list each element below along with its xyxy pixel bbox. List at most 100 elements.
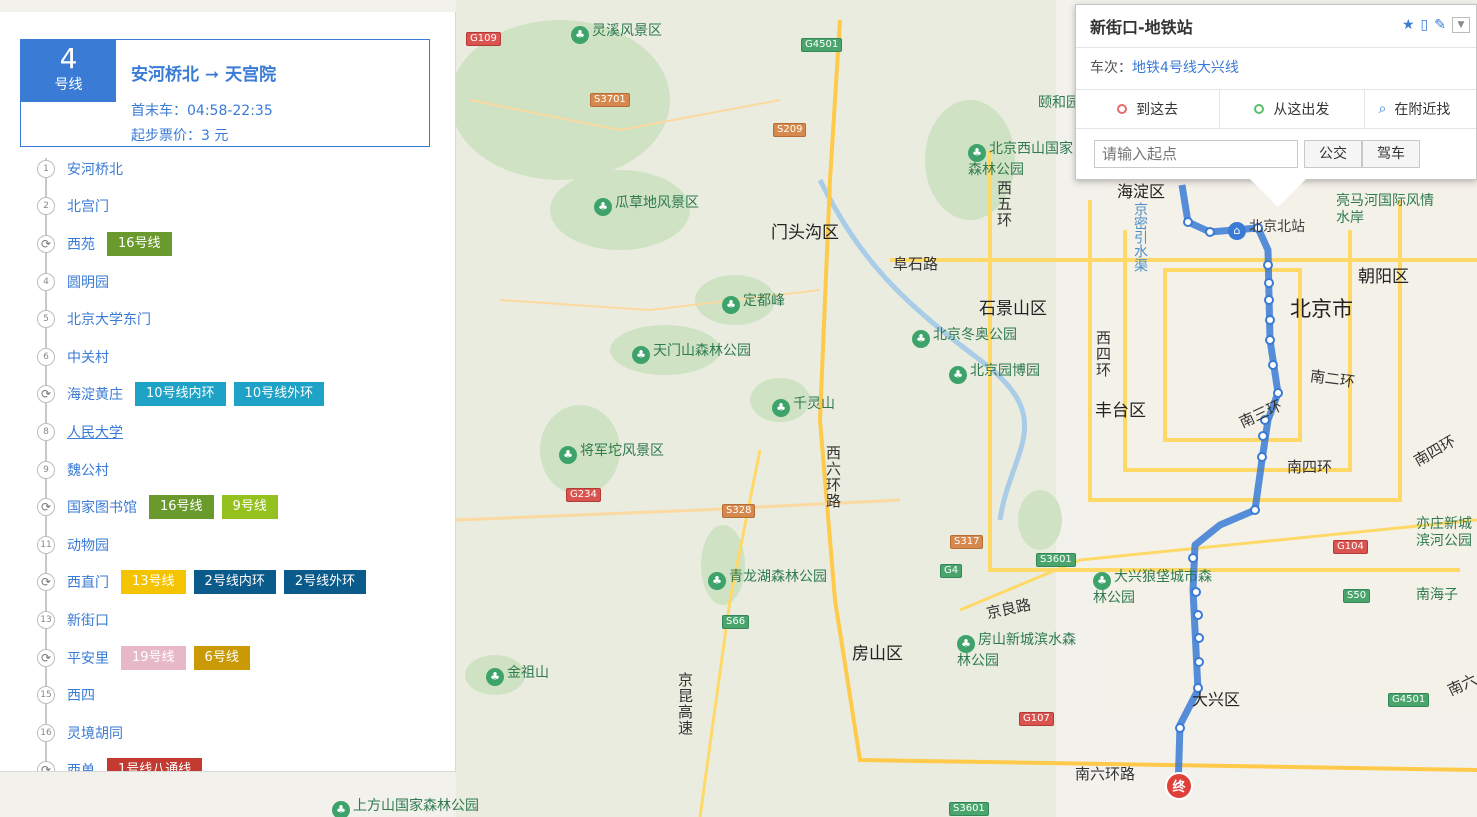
stop-name[interactable]: 西直门: [67, 572, 109, 592]
stop-name[interactable]: 圆明园: [67, 272, 109, 292]
stop-item[interactable]: 13 新街口: [20, 601, 430, 639]
poi-yihe[interactable]: 颐和园: [1038, 92, 1080, 112]
poi-qianlingshan[interactable]: ♣ 千灵山: [772, 393, 835, 417]
transfer-line-badge[interactable]: 10号线内环: [135, 382, 226, 407]
transfer-line-badge[interactable]: 9号线: [221, 495, 278, 520]
stop-name[interactable]: 国家图书馆: [67, 497, 137, 517]
poi-liangmahe[interactable]: 亮马河国际风情水岸: [1336, 193, 1436, 227]
park-icon: ♣: [968, 144, 986, 162]
stop-item[interactable]: ⟳ 海淀黄庄 10号线内环 10号线外环: [20, 376, 430, 414]
line-detail-panel: 4 号线 安河桥北 ➞ 天宫院 首末车：04:58-22:35 起步票价：3 元…: [0, 12, 456, 772]
tab-start-here[interactable]: 从这出发: [1220, 90, 1365, 128]
stop-name[interactable]: 西单: [67, 760, 95, 771]
stop-item[interactable]: 6 中关村: [20, 338, 430, 376]
stop-item[interactable]: 8 人民大学: [20, 413, 430, 451]
stop-item[interactable]: ⟳ 西单 1号线八通线: [20, 752, 430, 771]
chevron-down-icon[interactable]: ▼: [1452, 17, 1470, 33]
district-shijingshan: 石景山区: [979, 299, 1047, 319]
stop-name[interactable]: 北京大学东门: [67, 309, 151, 329]
transfer-line-badge[interactable]: 13号线: [121, 570, 186, 595]
transfer-line-badge[interactable]: 19号线: [121, 645, 186, 670]
stop-index: 6: [37, 347, 55, 366]
poi-yuanbo[interactable]: ♣ 北京园博园: [949, 360, 1040, 384]
star-icon[interactable]: ★: [1402, 17, 1415, 33]
district-fengtai: 丰台区: [1095, 401, 1146, 421]
stop-item[interactable]: ⟳ 西苑 16号线: [20, 225, 430, 263]
poi-qinglonghu[interactable]: ♣ 青龙湖森林公园: [708, 566, 827, 590]
stop-item[interactable]: 9 魏公村: [20, 451, 430, 489]
transfer-line-badge[interactable]: 6号线: [193, 645, 250, 670]
stop-item[interactable]: ⟳ 国家图书馆 16号线 9号线: [20, 488, 430, 526]
poi-xishan[interactable]: ♣ 北京西山国家森林公园: [968, 141, 1078, 179]
bus-button[interactable]: 公交: [1304, 140, 1362, 168]
stop-item[interactable]: 11 动物园: [20, 526, 430, 564]
shield-g109: G109: [466, 32, 501, 46]
park-icon: ♣: [772, 399, 790, 417]
drive-button[interactable]: 驾车: [1362, 140, 1420, 168]
stop-name[interactable]: 北宫门: [67, 196, 109, 216]
stop-item[interactable]: 2 北宫门: [20, 188, 430, 226]
stop-name[interactable]: 西四: [67, 685, 95, 705]
road-xisihuan: 西四环: [1094, 330, 1112, 378]
stop-name[interactable]: 中关村: [67, 347, 109, 367]
transfer-line-badge[interactable]: 2号线外环: [283, 570, 367, 595]
poi-dingdufeng[interactable]: ♣ 定都峰: [722, 290, 785, 314]
stop-name[interactable]: 新街口: [67, 610, 109, 630]
line-header: 4 号线 安河桥北 ➞ 天宫院 首末车：04:58-22:35 起步票价：3 元: [20, 39, 430, 147]
poi-jiangjuntuo[interactable]: ♣ 将军坨风景区: [559, 440, 664, 464]
stop-item[interactable]: ⟳ 西直门 13号线 2号线内环 2号线外环: [20, 564, 430, 602]
popup-train: 车次：地铁4号线大兴线: [1090, 57, 1239, 77]
stop-item[interactable]: 15 西四: [20, 676, 430, 714]
shield-g4: G4: [940, 564, 963, 578]
poi-fangshanbinshui[interactable]: ♣ 房山新城滨水森林公园: [957, 632, 1077, 670]
transfer-line-badge[interactable]: 16号线: [107, 231, 172, 256]
stop-name[interactable]: 魏公村: [67, 460, 109, 480]
poi-dongaopark[interactable]: ♣ 北京冬奥公园: [912, 324, 1017, 348]
stop-item[interactable]: 16 灵境胡同: [20, 714, 430, 752]
poi-beijingbei[interactable]: ⌂ 北京北站: [1228, 216, 1305, 240]
transfer-line-badge[interactable]: 16号线: [149, 495, 214, 520]
stop-name[interactable]: 海淀黄庄: [67, 384, 123, 404]
poi-jinzushan[interactable]: ♣ 金祖山: [486, 662, 549, 686]
shield-g234: G234: [566, 488, 601, 502]
tab-go-here[interactable]: 到这去: [1076, 90, 1221, 128]
transfer-icon: ⟳: [37, 498, 55, 517]
edit-icon[interactable]: ✎: [1434, 17, 1446, 33]
poi-lingxi[interactable]: ♣ 灵溪风景区: [571, 20, 662, 44]
transfer-line-badge[interactable]: 10号线外环: [233, 382, 325, 407]
shield-g104: G104: [1333, 540, 1368, 554]
stop-index: 1: [37, 159, 55, 178]
poi-shangfangshan[interactable]: ♣ 上方山国家森林公园: [332, 795, 479, 817]
tab-nearby[interactable]: ⌕ 在附近找: [1365, 90, 1477, 128]
poi-guacaodi[interactable]: ♣ 瓜草地风景区: [594, 192, 699, 216]
stop-name[interactable]: 灵境胡同: [67, 723, 123, 743]
stop-name[interactable]: 平安里: [67, 648, 109, 668]
stop-name[interactable]: 人民大学: [67, 422, 123, 442]
train-link[interactable]: 地铁4号线大兴线: [1132, 60, 1239, 76]
stop-item[interactable]: 4 圆明园: [20, 263, 430, 301]
poi-tianmenshan[interactable]: ♣ 天门山森林公园: [632, 340, 751, 364]
poi-nanhai[interactable]: 南海子: [1416, 584, 1476, 604]
shield-s328: S328: [722, 504, 756, 518]
popup-actions: ★ ▯ ✎ ▼: [1402, 17, 1470, 33]
park-icon: ♣: [912, 330, 930, 348]
transfer-line-badge[interactable]: 1号线八通线: [107, 758, 203, 771]
transfer-line-badge[interactable]: 2号线内环: [193, 570, 276, 595]
start-point-input[interactable]: [1094, 140, 1298, 168]
stop-item[interactable]: ⟳ 平安里 19号线 6号线: [20, 639, 430, 677]
destination-icon: [1117, 104, 1128, 114]
poi-yizhuang[interactable]: 亦庄新城滨河公园: [1416, 516, 1476, 550]
route-end-marker[interactable]: 终: [1165, 772, 1193, 800]
park-icon: ♣: [332, 801, 350, 817]
stop-item[interactable]: 1 安河桥北: [20, 150, 430, 188]
shield-g4501: G4501: [801, 38, 843, 52]
phone-icon[interactable]: ▯: [1421, 17, 1429, 33]
stop-name[interactable]: 西苑: [67, 234, 95, 254]
stop-name[interactable]: 安河桥北: [67, 159, 123, 179]
stop-item[interactable]: 5 北京大学东门: [20, 300, 430, 338]
park-icon: ♣: [949, 366, 967, 384]
road-nanliuhuan: 南六环路: [1075, 765, 1136, 783]
water-jingmi: 京密引水渠: [1132, 202, 1148, 272]
poi-daxinglang[interactable]: ♣ 大兴狼垡城市森林公园: [1093, 569, 1213, 607]
stop-name[interactable]: 动物园: [67, 535, 109, 555]
